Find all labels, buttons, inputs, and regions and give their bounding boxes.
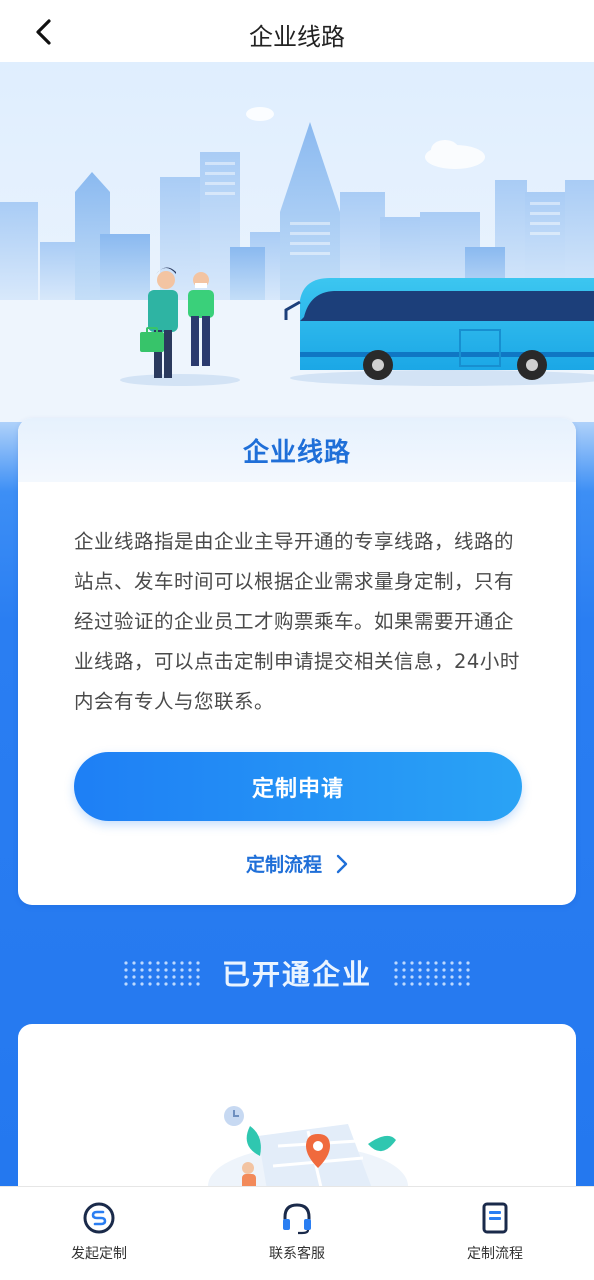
intro-card-header: 企业线路	[18, 418, 576, 482]
custom-route-icon	[83, 1202, 115, 1234]
nav-bar: 企业线路	[0, 0, 594, 62]
apply-button[interactable]: 定制申请	[74, 752, 522, 821]
cloud-icon	[246, 107, 485, 169]
tab-custom-process[interactable]: 定制流程	[396, 1187, 594, 1280]
document-icon	[482, 1202, 508, 1234]
tab-initiate-custom[interactable]: 发起定制	[0, 1187, 198, 1280]
tab-contact-service[interactable]: 联系客服	[198, 1187, 396, 1280]
process-link-label: 定制流程	[245, 854, 322, 876]
dots-decoration-icon	[394, 961, 470, 986]
intro-description: 企业线路指是由企业主导开通的专享线路，线路的站点、发车时间可以根据企业需求量身定…	[74, 530, 520, 713]
chevron-right-icon	[336, 854, 348, 873]
tab-label: 联系客服	[269, 1246, 325, 1262]
intro-card: 企业线路 企业线路指是由企业主导开通的专享线路，线路的站点、发车时间可以根据企业…	[18, 418, 576, 905]
companies-section-header: 已开通企业	[0, 948, 594, 998]
bottom-tab-bar: 发起定制 联系客服 定制流程	[0, 1186, 594, 1280]
dots-decoration-icon	[124, 961, 200, 986]
hero-illustration	[0, 62, 594, 422]
headset-icon	[283, 1203, 311, 1235]
page-title: 企业线路	[249, 23, 345, 51]
map-location-illustration	[208, 1106, 408, 1196]
intro-title: 企业线路	[242, 437, 351, 468]
bus-illustration	[284, 278, 594, 380]
tab-label: 发起定制	[71, 1246, 127, 1262]
process-link[interactable]: 定制流程	[18, 850, 576, 877]
companies-section-title: 已开通企业	[221, 958, 372, 991]
tab-label: 定制流程	[467, 1246, 523, 1262]
